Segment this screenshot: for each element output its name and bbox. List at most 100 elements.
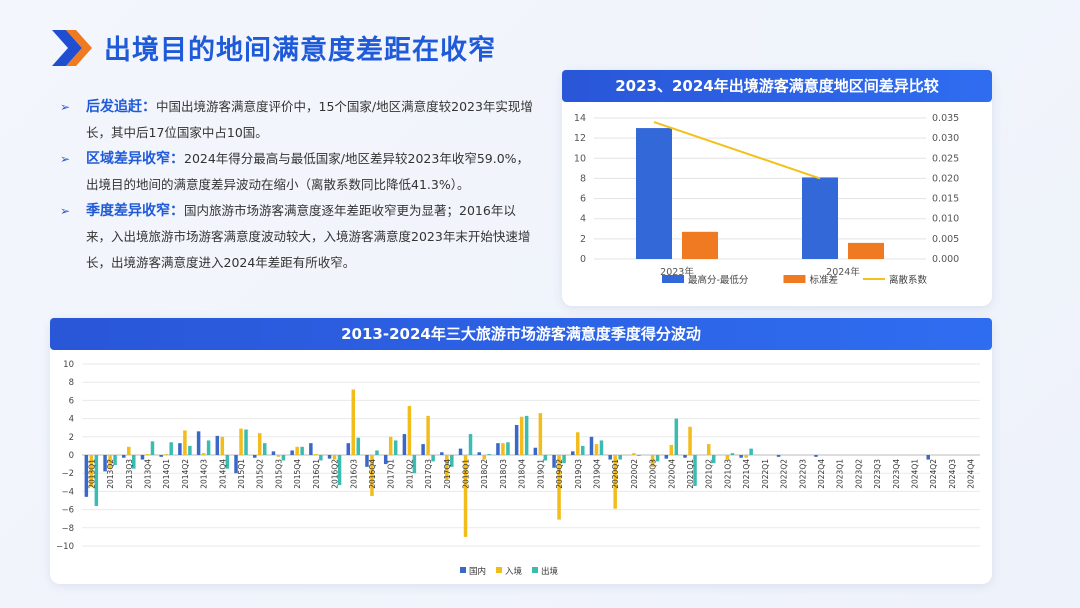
x-tick-label: 2014Q1 xyxy=(162,459,171,489)
bullet-item-2: ➢ 区域差异收窄：2024年得分最高与最低国家/地区差异较2023年收窄59.0… xyxy=(60,146,540,198)
bar-入境 xyxy=(688,426,692,455)
bar-出境 xyxy=(749,448,753,455)
bar-出境 xyxy=(506,442,510,455)
y2-tick-label: 0.035 xyxy=(932,113,959,124)
bar-出境 xyxy=(674,418,679,455)
x-tick-label: 2020Q1 xyxy=(611,459,620,489)
legend-label: 出境 xyxy=(541,566,559,577)
x-tick-label: 2015Q1 xyxy=(237,459,246,489)
bar-出境 xyxy=(206,440,211,455)
x-tick-label: 2022Q1 xyxy=(761,459,770,489)
x-tick-label: 2018Q1 xyxy=(462,459,471,489)
x-tick-label: 2024Q4 xyxy=(967,459,976,489)
bar-标准差 xyxy=(848,242,884,259)
bar-入境 xyxy=(257,433,262,455)
bar-国内 xyxy=(402,434,407,455)
legend-swatch-国内 xyxy=(460,567,466,573)
bullet-label: 区域差异收窄 xyxy=(86,151,170,167)
x-tick-label: 2015Q4 xyxy=(293,459,302,489)
x-tick-label: 2016Q3 xyxy=(349,459,358,489)
bar-最高分-最低分 xyxy=(636,128,672,259)
x-tick-label: 2017Q1 xyxy=(387,459,396,489)
x-tick-label: 2018Q2 xyxy=(480,459,489,489)
bar-入境 xyxy=(576,432,580,455)
bar-入境 xyxy=(201,453,206,455)
regional-difference-chart: 0 2 4 6 8 10 12 14 0.000 0.005 0.010 0.015 0.020 0.02… xyxy=(574,113,959,286)
bar-国内 xyxy=(346,443,351,455)
x-tick-label: 2023Q1 xyxy=(836,459,845,489)
bar-出境 xyxy=(150,441,155,455)
y-tick-label: 14 xyxy=(574,113,586,124)
x-tick-label: 2024Q1 xyxy=(911,459,920,489)
bullet-arrow-icon: ➢ xyxy=(60,204,71,218)
bar-出境 xyxy=(356,437,361,455)
bar-入境 xyxy=(594,444,599,455)
y2-tick-label: 0.005 xyxy=(932,234,959,245)
bar-入境 xyxy=(332,455,337,460)
bar-入境 xyxy=(295,446,299,455)
bar-入境 xyxy=(127,446,131,455)
x-tick-label: 2021Q3 xyxy=(723,459,732,489)
bullet-arrow-icon: ➢ xyxy=(60,152,71,166)
y-tick-label: 0 xyxy=(69,451,74,461)
bar-最高分-最低分 xyxy=(802,177,838,259)
x-tick-label: 2019Q1 xyxy=(536,459,545,489)
bar-国内 xyxy=(926,455,930,460)
y2-tick-label: 0.015 xyxy=(932,194,959,205)
bar-出境 xyxy=(468,434,473,455)
bar-国内 xyxy=(421,444,425,455)
chart-title: 2023、2024年出境游客满意度地区间差异比较 xyxy=(562,70,992,102)
x-tick-label: 2014Q3 xyxy=(200,459,209,489)
x-tick-label: 2019Q2 xyxy=(555,459,564,489)
x-tick-label: 2022Q3 xyxy=(798,459,807,489)
x-tick-label: 2023Q4 xyxy=(892,459,901,489)
bar-入境 xyxy=(519,416,524,455)
bar-国内 xyxy=(458,448,463,455)
y2-tick-label: 0.000 xyxy=(932,254,959,265)
bar-国内 xyxy=(477,452,481,455)
x-tick-label: 2020Q2 xyxy=(630,459,639,489)
bar-入境 xyxy=(314,454,318,455)
bar-国内 xyxy=(776,455,781,457)
bar-入境 xyxy=(183,430,187,455)
y-tick-label: −4 xyxy=(61,487,74,497)
x-tick-label: 2016Q2 xyxy=(331,459,340,489)
x-tick-label: 2017Q2 xyxy=(405,459,414,489)
x-tick-label: 2018Q3 xyxy=(499,459,508,489)
bar-标准差 xyxy=(682,231,718,259)
x-tick-label: 2015Q3 xyxy=(274,459,283,489)
x-tick-label: 2014Q2 xyxy=(181,459,190,489)
bullet-sep: ： xyxy=(170,151,184,167)
bar-出境 xyxy=(599,440,604,455)
bar-出境 xyxy=(300,446,304,455)
y2-tick-label: 0.020 xyxy=(932,173,959,184)
x-tick-label: 2013Q1 xyxy=(87,459,96,489)
bar-出境 xyxy=(262,443,267,455)
regional-difference-chart-card: 2023、2024年出境游客满意度地区间差异比较 0 2 4 6 8 10 12 14 0.00… xyxy=(562,70,992,306)
legend-swatch-入境 xyxy=(496,567,502,573)
y-tick-label: −10 xyxy=(56,542,74,552)
y-tick-label: −2 xyxy=(61,469,74,479)
bar-入境 xyxy=(706,444,711,455)
x-tick-label: 2013Q3 xyxy=(125,459,134,489)
bar-入境 xyxy=(744,455,748,458)
y2-tick-label: 0.025 xyxy=(932,153,959,164)
bar-出境 xyxy=(637,455,641,456)
bullet-label: 后发追赶 xyxy=(86,99,142,115)
x-tick-label: 2023Q3 xyxy=(873,459,882,489)
bullet-item-1: ➢ 后发追赶：中国出境游客满意度评价中，15个国家/地区满意度较2023年实现增… xyxy=(60,94,540,146)
bar-出境 xyxy=(618,455,622,460)
y-tick-label: −8 xyxy=(61,524,74,534)
bullet-sep: ： xyxy=(142,99,156,115)
x-tick-label: 2013Q4 xyxy=(143,459,152,489)
bar-国内 xyxy=(122,455,126,458)
bar-入境 xyxy=(725,455,730,460)
bullet-list: ➢ 后发追赶：中国出境游客满意度评价中，15个国家/地区满意度较2023年实现增… xyxy=(60,94,540,276)
bar-国内 xyxy=(178,443,182,455)
x-tick-label: 2017Q3 xyxy=(424,459,433,489)
legend-swatch-出境 xyxy=(532,567,538,573)
y-tick-label: 4 xyxy=(69,415,74,425)
y-tick-label: 2 xyxy=(69,433,74,443)
y-tick-label: 10 xyxy=(574,153,586,164)
bar-国内 xyxy=(571,451,575,455)
